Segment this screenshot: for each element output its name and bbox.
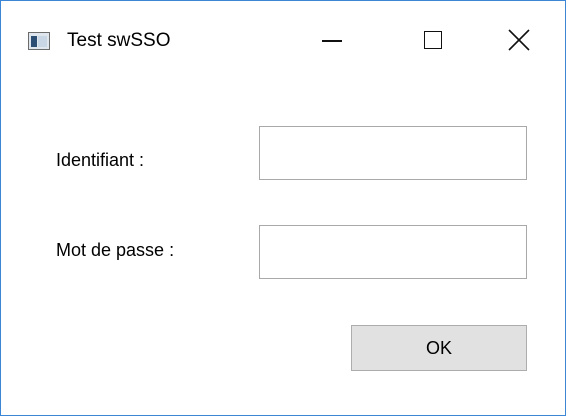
window-title: Test swSSO xyxy=(67,30,171,51)
close-icon xyxy=(508,29,530,51)
minimize-icon xyxy=(322,40,342,42)
maximize-button[interactable] xyxy=(409,19,457,63)
maximize-icon xyxy=(424,31,442,49)
login-dialog-window: Test swSSO Identifiant : Mot de passe : … xyxy=(0,0,566,416)
password-label: Mot de passe : xyxy=(56,240,175,260)
username-label: Identifiant : xyxy=(56,150,145,170)
app-window-icon xyxy=(28,32,50,50)
title-bar[interactable]: Test swSSO xyxy=(1,1,565,85)
close-button[interactable] xyxy=(496,19,544,63)
minimize-button[interactable] xyxy=(305,19,353,63)
password-field[interactable] xyxy=(259,225,527,279)
ok-button[interactable]: OK xyxy=(351,325,527,371)
username-field[interactable] xyxy=(259,126,527,180)
